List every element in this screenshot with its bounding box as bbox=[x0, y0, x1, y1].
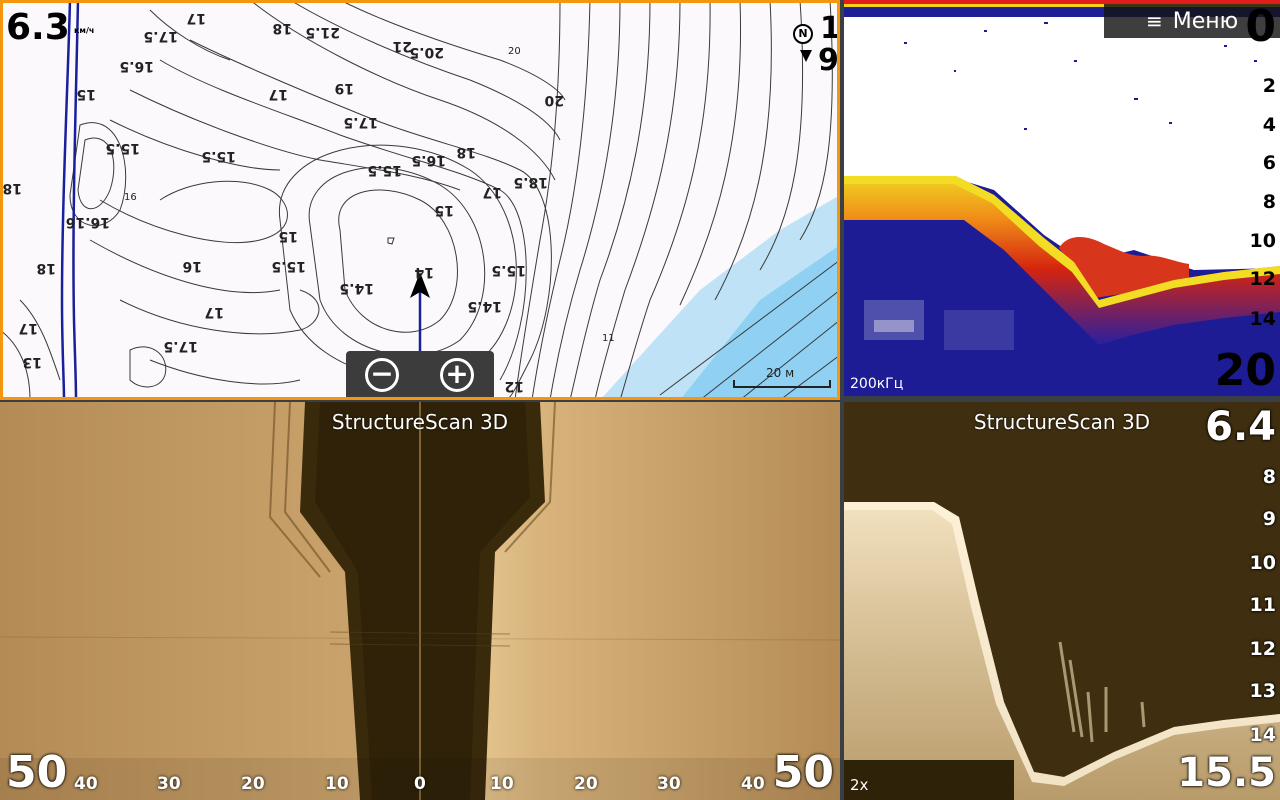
range-tick: 30 bbox=[657, 774, 681, 794]
svg-text:17: 17 bbox=[483, 184, 502, 200]
svg-text:14: 14 bbox=[414, 264, 434, 280]
svg-text:16: 16 bbox=[124, 192, 137, 203]
sidescan-panel[interactable]: StructureScan 3D 50 50 40 30 20 10 0 10 … bbox=[0, 402, 840, 800]
zoom-in-button[interactable]: + bbox=[440, 358, 474, 392]
svg-text:17: 17 bbox=[269, 86, 288, 102]
contour-map[interactable]: 17 17.5 18 21.5 21 20.5 16.5 15 17 19 20… bbox=[0, 0, 840, 400]
downscan-top-depth: 6.4 bbox=[1205, 404, 1276, 450]
svg-text:17.5: 17.5 bbox=[343, 114, 378, 130]
downscan-panel[interactable]: StructureScan 3D 6.4 8 9 10 11 12 13 14 … bbox=[844, 402, 1280, 800]
svg-text:21.5: 21.5 bbox=[305, 24, 340, 40]
sonar-depth-tick: 12 bbox=[1249, 268, 1276, 290]
hamburger-icon: ≡ bbox=[1146, 9, 1163, 33]
svg-text:18: 18 bbox=[37, 260, 56, 276]
sonar-depth-tick: 6 bbox=[1262, 152, 1276, 174]
svg-text:17: 17 bbox=[19, 320, 38, 336]
downscan-depth-tick: 11 bbox=[1249, 594, 1276, 616]
svg-text:15: 15 bbox=[77, 86, 96, 102]
svg-text:17.5: 17.5 bbox=[143, 28, 178, 44]
downscan-image[interactable] bbox=[844, 402, 1280, 800]
range-tick: 30 bbox=[157, 774, 181, 794]
speed-unit: км/ч bbox=[74, 26, 95, 35]
svg-text:12: 12 bbox=[505, 378, 524, 394]
speed-value: 6.3 bbox=[6, 7, 70, 48]
downscan-depth-tick: 14 bbox=[1249, 724, 1276, 746]
range-tick: 40 bbox=[741, 774, 765, 794]
sonar-depth-tick: 8 bbox=[1262, 191, 1276, 213]
svg-text:20: 20 bbox=[508, 46, 521, 57]
zoom-out-button[interactable]: − bbox=[365, 358, 399, 392]
svg-text:15.5: 15.5 bbox=[367, 162, 402, 178]
downscan-depth-tick: 10 bbox=[1249, 552, 1276, 574]
heading-value: 13.6 bbox=[820, 11, 840, 46]
svg-text:14.5: 14.5 bbox=[339, 280, 374, 296]
sonar-depth-tick: 10 bbox=[1249, 230, 1276, 252]
svg-text:16.5: 16.5 bbox=[411, 152, 446, 168]
sonar-panel[interactable]: ≡ Меню 0 2 4 6 8 10 12 14 16 20 200кГц bbox=[844, 0, 1280, 396]
svg-text:18: 18 bbox=[3, 180, 22, 196]
svg-text:21: 21 bbox=[393, 38, 412, 54]
svg-text:15: 15 bbox=[279, 228, 298, 244]
sonar-depth-tick: 14 bbox=[1249, 308, 1276, 330]
svg-text:17: 17 bbox=[205, 304, 224, 320]
svg-text:15.5: 15.5 bbox=[105, 140, 140, 156]
svg-text:15.5: 15.5 bbox=[201, 148, 236, 164]
north-compass-icon[interactable]: N bbox=[793, 24, 813, 44]
range-tick: 20 bbox=[574, 774, 598, 794]
sonar-bottom-depth: 20 bbox=[1214, 345, 1276, 396]
range-tick: 10 bbox=[325, 774, 349, 794]
svg-text:20: 20 bbox=[544, 92, 564, 108]
zoom-controls: − + bbox=[346, 351, 494, 400]
svg-text:18: 18 bbox=[273, 20, 292, 36]
svg-text:16.16: 16.16 bbox=[66, 214, 110, 230]
svg-text:16.5: 16.5 bbox=[119, 58, 154, 74]
heading-arrow-icon bbox=[800, 50, 812, 62]
svg-text:18.5: 18.5 bbox=[513, 174, 548, 190]
downscan-depth-tick: 9 bbox=[1262, 508, 1276, 530]
sidescan-title: StructureScan 3D bbox=[331, 410, 509, 434]
svg-text:13: 13 bbox=[23, 354, 42, 370]
svg-text:11: 11 bbox=[602, 333, 615, 344]
svg-text:20.5: 20.5 bbox=[409, 44, 444, 60]
sonar-echogram[interactable] bbox=[844, 0, 1280, 396]
range-right: 50 bbox=[772, 747, 834, 798]
chart-panel[interactable]: 17 17.5 18 21.5 21 20.5 16.5 15 17 19 20… bbox=[0, 0, 840, 400]
svg-text:15.5: 15.5 bbox=[271, 258, 306, 274]
svg-text:15.5: 15.5 bbox=[491, 262, 526, 278]
zoom-level[interactable]: 2x bbox=[850, 776, 868, 794]
range-tick: 10 bbox=[490, 774, 514, 794]
downscan-depth-tick: 8 bbox=[1262, 466, 1276, 488]
sonar-top-depth: 0 bbox=[1245, 1, 1276, 52]
range-left: 50 bbox=[6, 747, 68, 798]
svg-text:17: 17 bbox=[187, 10, 206, 26]
sog-value: 9.7 bbox=[818, 43, 840, 78]
downscan-depth-tick: 12 bbox=[1249, 638, 1276, 660]
downscan-depth-tick: 13 bbox=[1249, 680, 1276, 702]
frequency-label: 200кГц bbox=[850, 376, 904, 392]
range-tick: 40 bbox=[74, 774, 98, 794]
svg-text:15: 15 bbox=[435, 202, 454, 218]
sonar-depth-tick: 2 bbox=[1262, 75, 1276, 97]
sidescan-image[interactable] bbox=[0, 402, 840, 800]
menu-label: Меню bbox=[1172, 8, 1239, 34]
svg-text:18: 18 bbox=[457, 144, 476, 160]
svg-text:16: 16 bbox=[183, 258, 202, 274]
svg-text:14.5: 14.5 bbox=[467, 298, 502, 314]
range-tick: 20 bbox=[241, 774, 265, 794]
svg-text:17.5: 17.5 bbox=[163, 338, 198, 354]
scale-label: 20 м bbox=[766, 366, 795, 380]
downscan-bottom-depth: 15.5 bbox=[1177, 750, 1276, 796]
range-tick: 0 bbox=[414, 774, 426, 794]
sonar-depth-tick: 4 bbox=[1262, 114, 1276, 136]
svg-text:19: 19 bbox=[335, 80, 354, 96]
